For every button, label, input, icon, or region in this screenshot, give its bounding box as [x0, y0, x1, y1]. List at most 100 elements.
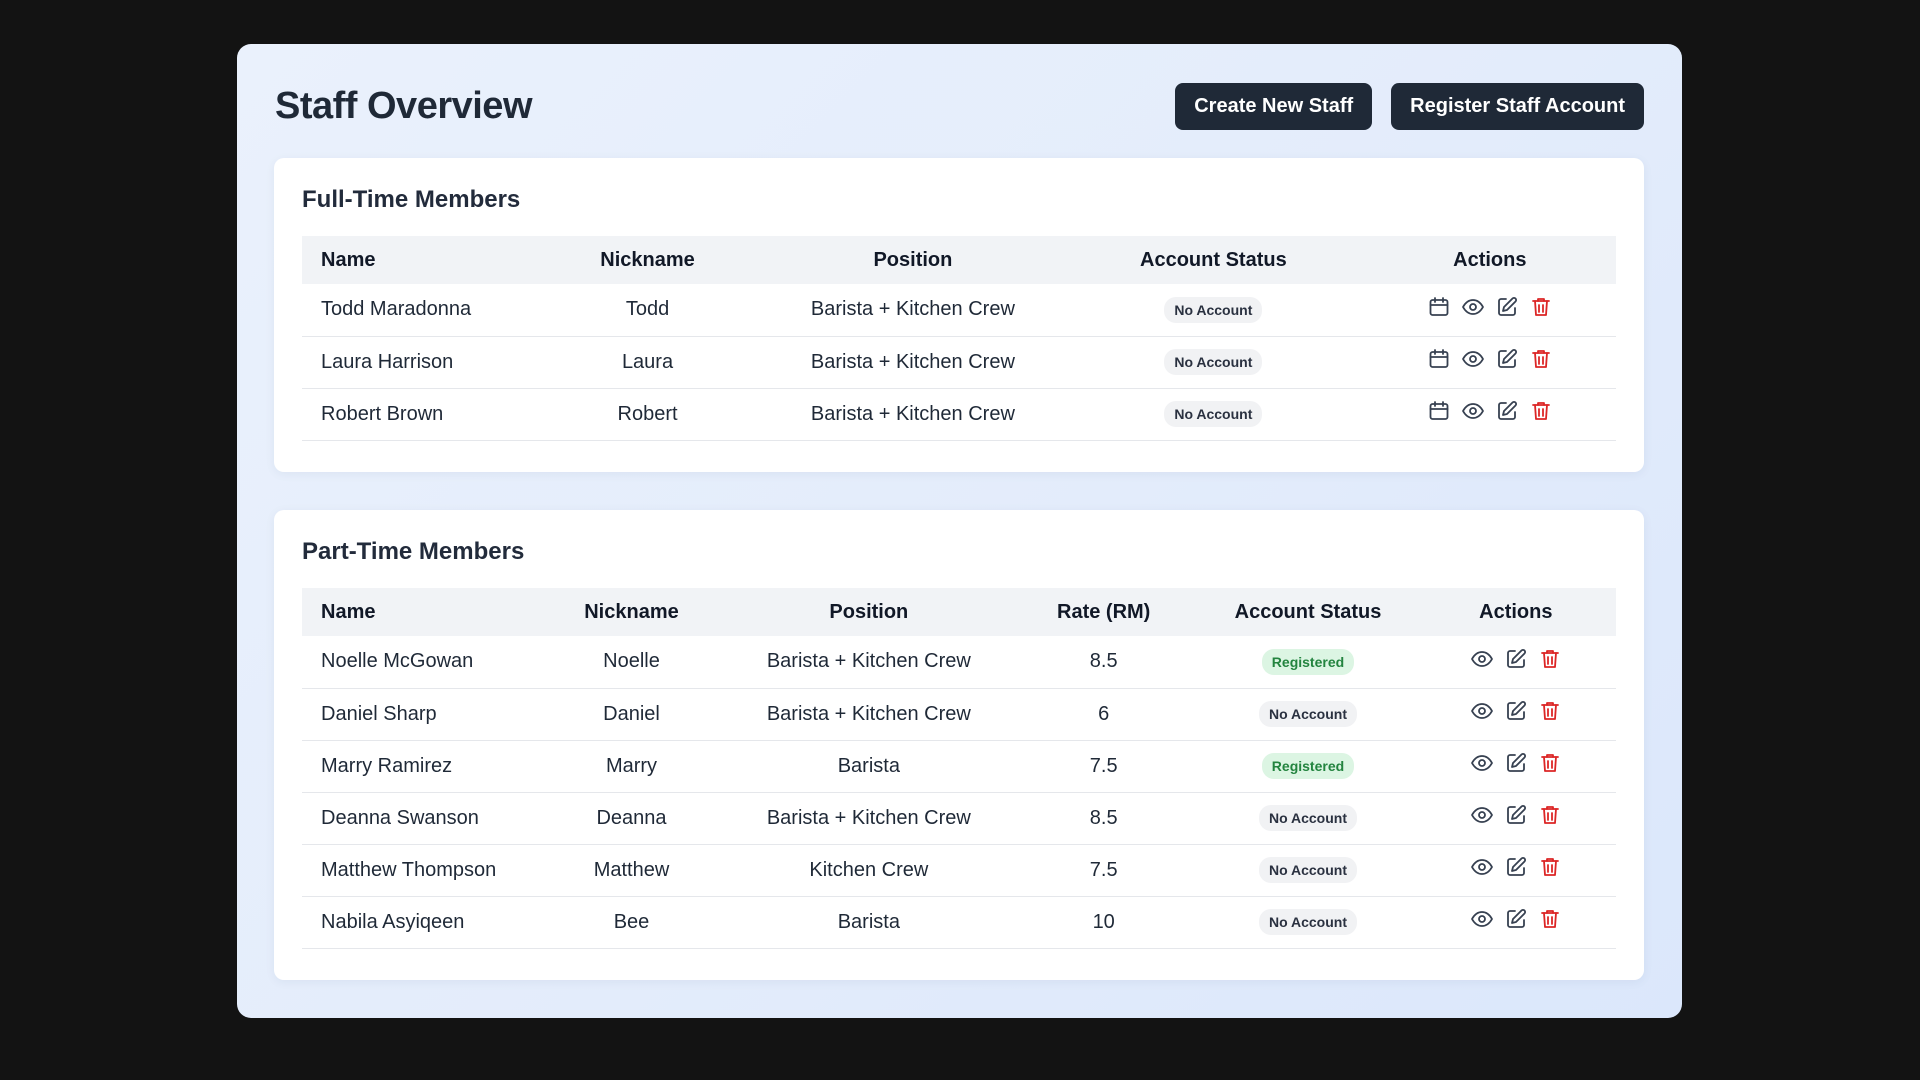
- register-staff-account-button[interactable]: Register Staff Account: [1391, 82, 1644, 130]
- cell-name: Todd Maradonna: [302, 284, 533, 337]
- page-header: Staff Overview Create New Staff Register…: [275, 82, 1644, 130]
- status-badge: No Account: [1258, 857, 1357, 883]
- eye-icon[interactable]: [1470, 647, 1494, 671]
- full-time-table: Name Nickname Position Account Status Ac…: [302, 236, 1616, 441]
- row-actions: [1470, 907, 1562, 931]
- table-row: Nabila Asyiqeen Bee Barista 10 No Account: [302, 896, 1616, 949]
- edit-icon[interactable]: [1495, 295, 1519, 319]
- cell-actions: [1363, 336, 1616, 389]
- cell-account-status: No Account: [1200, 792, 1416, 845]
- cell-account-status: No Account: [1063, 336, 1364, 389]
- cell-position: Barista + Kitchen Crew: [762, 336, 1064, 389]
- cell-name: Noelle McGowan: [302, 636, 533, 689]
- row-actions: [1470, 803, 1562, 827]
- column-header-name: Name: [302, 236, 533, 284]
- row-actions: [1427, 399, 1553, 423]
- status-badge: No Account: [1258, 909, 1357, 935]
- column-header-position: Position: [730, 588, 1008, 636]
- eye-icon[interactable]: [1470, 751, 1494, 775]
- cell-name: Matthew Thompson: [302, 844, 533, 897]
- edit-icon[interactable]: [1504, 803, 1528, 827]
- table-row: Matthew Thompson Matthew Kitchen Crew 7.5 No…: [302, 844, 1616, 897]
- status-badge: No Account: [1164, 349, 1263, 375]
- trash-icon[interactable]: [1538, 699, 1562, 723]
- edit-icon[interactable]: [1504, 907, 1528, 931]
- edit-icon[interactable]: [1504, 647, 1528, 671]
- cell-actions: [1363, 284, 1616, 337]
- cell-nickname: Daniel: [532, 688, 731, 741]
- trash-icon[interactable]: [1529, 347, 1553, 371]
- edit-icon[interactable]: [1504, 855, 1528, 879]
- status-badge: No Account: [1258, 805, 1357, 831]
- trash-icon[interactable]: [1538, 647, 1562, 671]
- cell-name: Robert Brown: [302, 388, 533, 441]
- edit-icon[interactable]: [1495, 399, 1519, 423]
- cell-rate: 6: [1007, 688, 1201, 741]
- cell-name: Marry Ramirez: [302, 740, 533, 793]
- edit-icon[interactable]: [1504, 699, 1528, 723]
- eye-icon[interactable]: [1461, 399, 1485, 423]
- eye-icon[interactable]: [1470, 907, 1494, 931]
- cell-actions: [1415, 636, 1616, 689]
- row-actions: [1427, 347, 1553, 371]
- table-row: Daniel Sharp Daniel Barista + Kitchen Crew…: [302, 688, 1616, 741]
- row-actions: [1470, 855, 1562, 879]
- trash-icon[interactable]: [1538, 855, 1562, 879]
- table-row: Todd Maradonna Todd Barista + Kitchen Crew…: [302, 284, 1616, 337]
- cell-position: Barista: [730, 740, 1008, 793]
- trash-icon[interactable]: [1538, 751, 1562, 775]
- cell-position: Barista + Kitchen Crew: [730, 688, 1008, 741]
- cell-rate: 10: [1007, 896, 1201, 949]
- column-header-nickname: Nickname: [532, 588, 731, 636]
- full-time-members-card: Full-Time Members Name Nickname Position…: [274, 158, 1644, 472]
- cell-position: Barista + Kitchen Crew: [762, 388, 1064, 441]
- page-title: Staff Overview: [275, 84, 533, 127]
- cell-rate: 8.5: [1007, 792, 1201, 845]
- cell-nickname: Todd: [532, 284, 763, 337]
- eye-icon[interactable]: [1470, 803, 1494, 827]
- status-badge: Registered: [1261, 753, 1355, 779]
- column-header-actions: Actions: [1415, 588, 1616, 636]
- cell-nickname: Bee: [532, 896, 731, 949]
- eye-icon[interactable]: [1470, 699, 1494, 723]
- eye-icon[interactable]: [1470, 855, 1494, 879]
- eye-icon[interactable]: [1461, 347, 1485, 371]
- table-row: Robert Brown Robert Barista + Kitchen Crew…: [302, 388, 1616, 441]
- cell-nickname: Matthew: [532, 844, 731, 897]
- cell-nickname: Laura: [532, 336, 763, 389]
- status-badge: Registered: [1261, 648, 1355, 675]
- status-badge: No Account: [1164, 296, 1263, 323]
- header-actions: Create New Staff Register Staff Account: [1175, 82, 1644, 130]
- table-row: Laura Harrison Laura Barista + Kitchen Cre…: [302, 336, 1616, 389]
- column-header-nickname: Nickname: [532, 236, 763, 284]
- edit-icon[interactable]: [1504, 751, 1528, 775]
- trash-icon[interactable]: [1529, 399, 1553, 423]
- cell-name: Daniel Sharp: [302, 688, 533, 741]
- cell-nickname: Marry: [532, 740, 731, 793]
- table-header-row: Name Nickname Position Rate (RM) Account…: [302, 588, 1616, 636]
- edit-icon[interactable]: [1495, 347, 1519, 371]
- cell-name: Laura Harrison: [302, 336, 533, 389]
- table-header-row: Name Nickname Position Account Status Ac…: [302, 236, 1616, 284]
- cell-actions: [1363, 388, 1616, 441]
- trash-icon[interactable]: [1538, 907, 1562, 931]
- cell-account-status: No Account: [1200, 896, 1416, 949]
- trash-icon[interactable]: [1529, 295, 1553, 319]
- eye-icon[interactable]: [1461, 295, 1485, 319]
- row-actions: [1427, 295, 1553, 319]
- cell-account-status: No Account: [1200, 844, 1416, 897]
- calendar-icon[interactable]: [1427, 347, 1451, 371]
- row-actions: [1470, 699, 1562, 723]
- calendar-icon[interactable]: [1427, 399, 1451, 423]
- create-new-staff-button[interactable]: Create New Staff: [1175, 82, 1373, 130]
- part-time-members-card: Part-Time Members Name Nickname Position…: [274, 510, 1644, 980]
- cell-rate: 8.5: [1007, 636, 1201, 689]
- column-header-actions: Actions: [1363, 236, 1616, 284]
- cell-actions: [1415, 688, 1616, 741]
- part-time-members-title: Part-Time Members: [302, 538, 525, 565]
- calendar-icon[interactable]: [1427, 295, 1451, 319]
- cell-name: Nabila Asyiqeen: [302, 896, 533, 949]
- row-actions: [1470, 751, 1562, 775]
- trash-icon[interactable]: [1538, 803, 1562, 827]
- cell-actions: [1415, 792, 1616, 845]
